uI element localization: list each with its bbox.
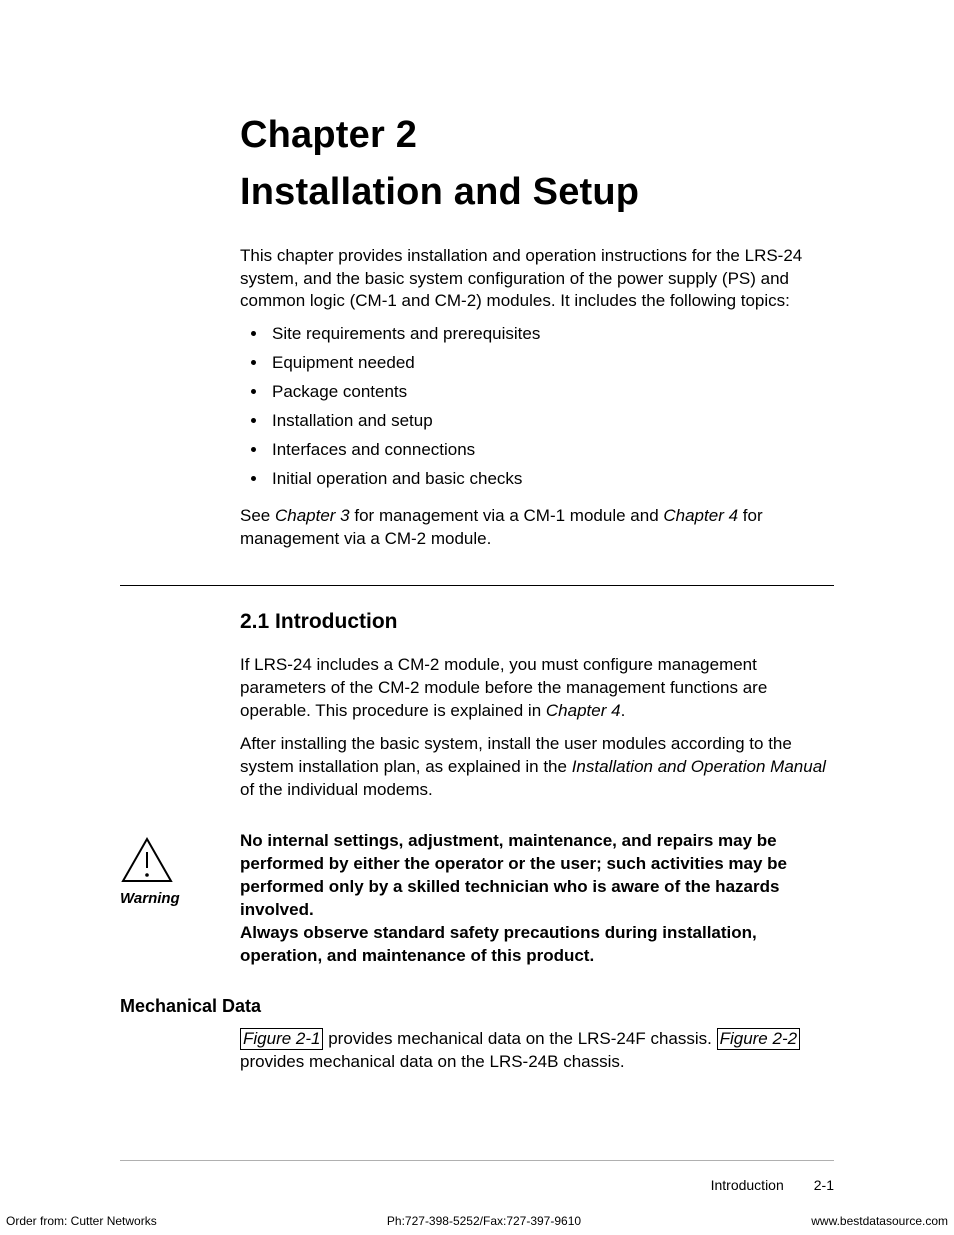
chapter-ref: Chapter 4 <box>546 701 621 720</box>
print-footer: Order from: Cutter Networks Ph:727-398-5… <box>6 1213 948 1229</box>
warning-text: No internal settings, adjustment, mainte… <box>240 830 834 968</box>
list-item: Installation and setup <box>268 410 830 433</box>
warning-triangle-icon <box>120 836 174 884</box>
chapter-ref: Chapter 3 <box>275 506 350 525</box>
body-column: This chapter provides installation and o… <box>240 245 830 551</box>
figure-link[interactable]: Figure 2-1 <box>240 1028 323 1050</box>
footer-page-number: 2-1 <box>814 1176 834 1195</box>
paragraph: After installing the basic system, insta… <box>240 733 830 802</box>
list-item: Package contents <box>268 381 830 404</box>
text: See <box>240 506 275 525</box>
list-item: Interfaces and connections <box>268 439 830 462</box>
text: . <box>621 701 626 720</box>
page: Chapter 2 Installation and Setup This ch… <box>0 0 954 1235</box>
chapter-label: Chapter 2 <box>240 110 834 161</box>
text: for management via a CM-1 module and <box>350 506 664 525</box>
section-heading: 2.1 Introduction <box>240 608 834 636</box>
body-column: Figure 2-1 provides mechanical data on t… <box>240 1028 830 1074</box>
text: provides mechanical data on the LRS-24B … <box>240 1052 625 1071</box>
warning-icon-column: Warning <box>120 830 240 909</box>
chapter-title: Installation and Setup <box>240 167 834 218</box>
intro-paragraph: This chapter provides installation and o… <box>240 245 830 314</box>
print-center: Ph:727-398-5252/Fax:727-397-9610 <box>387 1213 581 1229</box>
list-item: Initial operation and basic checks <box>268 468 830 491</box>
list-item: Equipment needed <box>268 352 830 375</box>
topics-list: Site requirements and prerequisites Equi… <box>240 323 830 491</box>
footer-section: Introduction <box>711 1176 784 1195</box>
section-rule <box>120 585 834 586</box>
text: If LRS-24 includes a CM-2 module, you mu… <box>240 655 767 720</box>
text: of the individual modems. <box>240 780 433 799</box>
figure-link[interactable]: Figure 2-2 <box>717 1028 800 1050</box>
body-column: If LRS-24 includes a CM-2 module, you mu… <box>240 654 830 802</box>
manual-ref: Installation and Operation Manual <box>572 757 826 776</box>
see-paragraph: See Chapter 3 for management via a CM-1 … <box>240 505 830 551</box>
text: provides mechanical data on the LRS-24F … <box>323 1029 716 1048</box>
paragraph: Figure 2-1 provides mechanical data on t… <box>240 1028 830 1074</box>
footer-rule <box>120 1160 834 1161</box>
warning-block: Warning No internal settings, adjustment… <box>120 830 834 968</box>
paragraph: If LRS-24 includes a CM-2 module, you mu… <box>240 654 830 723</box>
page-footer: Introduction 2-1 <box>711 1176 834 1195</box>
chapter-ref: Chapter 4 <box>663 506 738 525</box>
subsection-heading: Mechanical Data <box>120 994 834 1018</box>
print-left: Order from: Cutter Networks <box>6 1213 157 1229</box>
print-right: www.bestdatasource.com <box>811 1213 948 1229</box>
list-item: Site requirements and prerequisites <box>268 323 830 346</box>
text: No internal settings, adjustment, mainte… <box>240 831 787 919</box>
warning-label: Warning <box>120 889 240 909</box>
text: Always observe standard safety precautio… <box>240 923 757 965</box>
